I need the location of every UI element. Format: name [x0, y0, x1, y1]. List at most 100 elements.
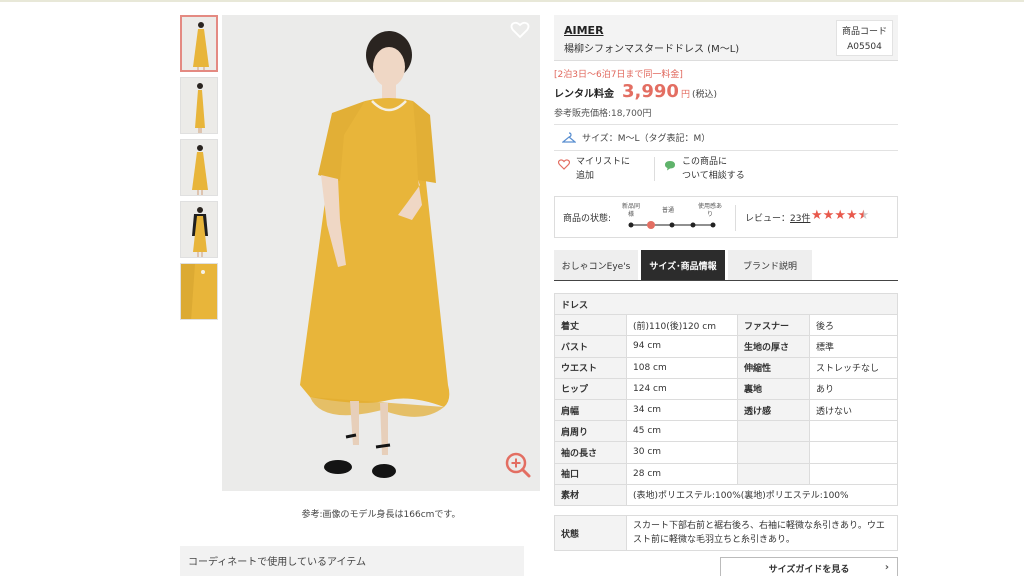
- spec-row: 袖の長さ 30 cm: [554, 441, 898, 464]
- chat-bubble-icon: [665, 161, 675, 171]
- spec-value: 30 cm: [625, 441, 739, 464]
- heart-icon: [558, 159, 570, 170]
- spec-key: ヒップ: [554, 377, 627, 400]
- condition-label: 商品の状態:: [563, 214, 612, 224]
- spec-heading-row: ドレス: [554, 292, 898, 316]
- spec-row-material: 素材 (表地)ポリエステル:100%(裏地)ポリエステル:100%: [554, 483, 898, 506]
- spec-key: 生地の厚さ: [737, 335, 811, 358]
- spec-key: 肩周り: [554, 420, 627, 443]
- tab-oshacon-eyes[interactable]: おしゃコンEye's: [554, 250, 638, 280]
- price-row: レンタル料金 3,990 円 (税込): [554, 81, 717, 102]
- spec-row: 肩幅 34 cm 透け感 透けない: [554, 398, 898, 422]
- size-row: サイズ：M〜L（タグ表記：M）: [562, 131, 710, 144]
- spec-value: 45 cm: [625, 420, 739, 443]
- size-guide-button[interactable]: サイズガイドを見る ›: [720, 557, 898, 576]
- condition-scale-new: 新品同様: [621, 203, 640, 218]
- thumbnail-5[interactable]: [180, 263, 218, 320]
- thumbnail-3[interactable]: [180, 139, 218, 196]
- price-label: レンタル料金: [554, 89, 614, 100]
- star-icon: ★: [811, 208, 823, 223]
- info-tabs: おしゃコンEye's サイズ･商品情報 ブランド説明: [554, 250, 898, 281]
- tab-size-info[interactable]: サイズ･商品情報: [641, 250, 725, 280]
- spec-value: [809, 420, 898, 443]
- spec-value: 28 cm: [625, 462, 739, 485]
- spec-row: 袖口 28 cm: [554, 462, 898, 485]
- thumbnail-2[interactable]: [180, 77, 218, 134]
- spec-row: ウエスト 108 cm 伸縮性 ストレッチなし: [554, 356, 898, 379]
- thumbnail-list: [180, 15, 218, 325]
- half-star-icon: ★: [857, 208, 870, 223]
- spec-value: 94 cm: [625, 335, 739, 358]
- condition-scale-used: 使用感あり: [697, 203, 722, 218]
- divider: [654, 157, 655, 181]
- spec-key: 袖口: [554, 462, 627, 485]
- spec-row: バスト 94 cm 生地の厚さ 標準: [554, 335, 898, 358]
- mylist-label-2: 追加: [576, 171, 595, 181]
- price-tax: (税込): [691, 90, 717, 100]
- state-label: 状態: [555, 516, 627, 550]
- favorite-heart-icon[interactable]: [510, 20, 530, 40]
- spec-value: ストレッチなし: [809, 356, 898, 379]
- review-count-link[interactable]: 23件: [790, 214, 810, 224]
- star-icon: ★: [822, 208, 835, 223]
- spec-key: 透け感: [737, 398, 811, 422]
- condition-scale: 新品同様 普通 使用感あり: [621, 203, 723, 233]
- spec-row: ヒップ 124 cm 裏地 あり: [554, 377, 898, 400]
- condition-box: 商品の状態: 新品同様 普通 使用感あり レビュー：23件 ★ ★ ★ ★ ★: [554, 196, 898, 238]
- reference-price: 参考販売価格:18,700円: [554, 109, 652, 119]
- product-code-box: 商品コード A05504: [836, 20, 893, 56]
- divider: [554, 150, 898, 151]
- spec-value: 透けない: [809, 398, 898, 422]
- spec-table: ドレス 着丈 (前)110(後)120 cm ファスナー 後ろ バスト 94 cm 生地の厚…: [554, 292, 898, 506]
- spec-heading: ドレス: [554, 292, 898, 316]
- size-text: サイズ：M〜L（タグ表記：M）: [582, 134, 711, 144]
- product-main-image[interactable]: [222, 15, 540, 491]
- model-height-caption: 参考:画像のモデル身長は166cmです。: [301, 510, 461, 520]
- consult-label-2: ついて相談する: [682, 171, 745, 181]
- coordinate-items-heading: コーディネートで使用しているアイテム: [180, 546, 524, 576]
- mylist-label-1: マイリストに: [576, 157, 631, 167]
- thumbnail-1[interactable]: [180, 15, 218, 72]
- spec-key: [737, 462, 811, 485]
- spec-row: 着丈 (前)110(後)120 cm ファスナー 後ろ: [554, 314, 898, 337]
- spec-value: 後ろ: [809, 314, 898, 337]
- divider: [554, 124, 898, 125]
- spec-value: (前)110(後)120 cm: [625, 314, 739, 337]
- spec-key: ファスナー: [737, 314, 811, 337]
- state-text: スカート下部右前と裾右後ろ、右袖に軽微な糸引きあり。ウエスト前に軽微な毛羽立ちと…: [633, 521, 885, 545]
- same-price-note: [2泊3日〜6泊7日まで同一料金]: [554, 70, 683, 80]
- spec-key: 裏地: [737, 377, 811, 400]
- spec-key: 素材: [554, 483, 627, 506]
- consult-label-1: この商品に: [682, 157, 728, 167]
- product-info-panel: AIMER 楊柳シフォンマスタードドレス (M〜L) 商品コード A05504: [554, 15, 898, 61]
- tab-brand[interactable]: ブランド説明: [728, 250, 812, 280]
- spec-value: [809, 462, 898, 485]
- spec-value: (表地)ポリエステル:100%(裏地)ポリエステル:100%: [626, 483, 898, 506]
- size-guide-label: サイズガイドを見る: [768, 564, 850, 575]
- top-border: [0, 0, 1024, 2]
- spec-value: 124 cm: [625, 377, 739, 400]
- spec-key: 袖の長さ: [554, 441, 627, 464]
- review-summary: レビュー：23件: [745, 211, 810, 224]
- spec-key: [737, 420, 811, 443]
- add-to-mylist-button[interactable]: マイリストに 追加: [556, 155, 652, 183]
- spec-value: あり: [809, 377, 898, 400]
- thumbnail-4[interactable]: [180, 201, 218, 258]
- review-label: レビュー：: [745, 214, 791, 224]
- spec-key: 伸縮性: [737, 356, 811, 379]
- spec-key: [737, 441, 811, 464]
- spec-key: ウエスト: [554, 356, 627, 379]
- consult-button[interactable]: この商品に ついて相談する: [664, 155, 745, 183]
- chevron-right-icon: ›: [884, 562, 889, 573]
- zoom-in-icon[interactable]: [504, 451, 532, 479]
- spec-value: 108 cm: [625, 356, 739, 379]
- price-value: 3,990: [622, 81, 679, 102]
- product-header: AIMER 楊柳シフォンマスタードドレス (M〜L) 商品コード A05504: [554, 15, 898, 61]
- spec-row: 肩周り 45 cm: [554, 420, 898, 443]
- star-icon: ★: [845, 208, 858, 223]
- spec-key: バスト: [554, 335, 627, 358]
- spec-key: 着丈: [554, 314, 627, 337]
- spec-value: 34 cm: [625, 398, 739, 422]
- product-code: A05504: [847, 42, 882, 52]
- rating-stars: ★ ★ ★ ★ ★: [811, 209, 869, 222]
